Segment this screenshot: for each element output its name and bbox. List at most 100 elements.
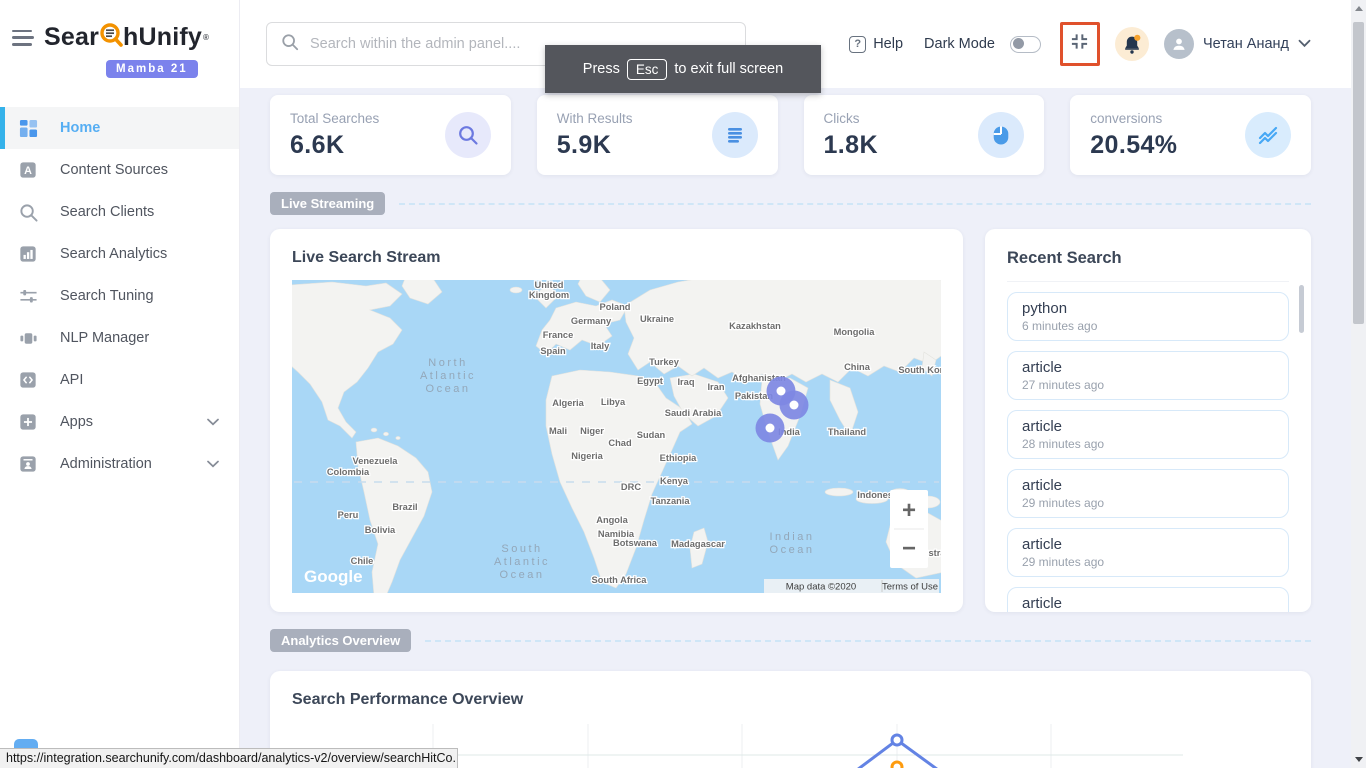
recent-search-item[interactable]: python6 minutes ago bbox=[1007, 292, 1289, 341]
sidebar-item-label: Content Sources bbox=[60, 162, 168, 178]
stat-card-with-results: With Results 5.9K bbox=[537, 95, 778, 175]
sidebar-item-search-clients[interactable]: Search Clients bbox=[0, 191, 239, 233]
country-label: Turkey bbox=[649, 357, 680, 367]
google-logo: Google bbox=[304, 567, 363, 586]
recent-search-item[interactable]: article29 minutes ago bbox=[1007, 587, 1289, 612]
api-icon bbox=[18, 370, 38, 390]
country-label: UnitedKingdom bbox=[529, 280, 569, 300]
administration-icon bbox=[18, 454, 38, 474]
country-label: Mongolia bbox=[834, 327, 876, 337]
recent-query: article bbox=[1022, 418, 1274, 435]
home-grid-icon bbox=[18, 118, 38, 138]
search-tuning-icon bbox=[18, 286, 38, 306]
country-label: Chad bbox=[608, 438, 632, 448]
section-live-streaming: Live Streaming bbox=[270, 192, 1311, 215]
stat-label: Total Searches bbox=[290, 111, 379, 126]
country-label: Peru bbox=[338, 510, 359, 520]
recent-search-item[interactable]: article29 minutes ago bbox=[1007, 528, 1289, 577]
sidebar-item-home[interactable]: Home bbox=[0, 107, 239, 149]
card-title: Live Search Stream bbox=[292, 249, 941, 267]
search-icon bbox=[445, 112, 491, 158]
toast-rest: to exit full screen bbox=[674, 61, 783, 77]
browser-status-url: https://integration.searchunify.com/dash… bbox=[0, 748, 458, 768]
exit-fullscreen-button[interactable] bbox=[1060, 22, 1100, 66]
recent-search-item[interactable]: article27 minutes ago bbox=[1007, 351, 1289, 400]
chevron-down-icon bbox=[207, 414, 219, 430]
sidebar-item-label: Search Analytics bbox=[60, 246, 167, 262]
terms-of-use-link[interactable]: Terms of Use bbox=[882, 582, 938, 593]
recent-search-item[interactable]: article29 minutes ago bbox=[1007, 469, 1289, 518]
stat-label: Clicks bbox=[824, 111, 878, 126]
stat-value: 5.9K bbox=[557, 131, 633, 160]
version-badge: Mamba 21 bbox=[106, 60, 198, 78]
sidebar-item-label: Search Clients bbox=[60, 204, 154, 220]
scrollbar-thumb[interactable] bbox=[1353, 22, 1364, 324]
recent-search-item[interactable]: article28 minutes ago bbox=[1007, 410, 1289, 459]
brand-logo: Sear hUnify ® bbox=[44, 20, 209, 55]
recent-search-card: Recent Search python6 minutes ago article… bbox=[985, 229, 1311, 612]
country-label: Venezuela bbox=[353, 456, 399, 466]
sidebar-item-search-analytics[interactable]: Search Analytics bbox=[0, 233, 239, 275]
data-point-marker bbox=[892, 762, 902, 768]
dashed-divider bbox=[399, 203, 1311, 205]
recent-query: article bbox=[1022, 536, 1274, 553]
sidebar-item-label: NLP Manager bbox=[60, 330, 149, 346]
mouse-icon bbox=[978, 112, 1024, 158]
sidebar-item-apps[interactable]: Apps bbox=[0, 401, 239, 443]
sidebar-item-api[interactable]: API bbox=[0, 359, 239, 401]
registered-mark: ® bbox=[203, 33, 209, 42]
recent-search-list: python6 minutes ago article27 minutes ago… bbox=[1007, 292, 1289, 612]
sidebar-item-search-tuning[interactable]: Search Tuning bbox=[0, 275, 239, 317]
avatar bbox=[1164, 29, 1194, 59]
data-point-marker bbox=[892, 735, 902, 745]
recent-query: python bbox=[1022, 300, 1274, 317]
main-area: ? Help Dark Mode bbox=[240, 0, 1351, 768]
world-map[interactable]: NorthAtlanticOceanSouthAtlanticOceanIndi… bbox=[292, 280, 941, 593]
user-menu[interactable]: Четан Ананд bbox=[1164, 29, 1311, 59]
map-zoom-control: + − bbox=[890, 490, 928, 568]
sidebar-item-administration[interactable]: Administration bbox=[0, 443, 239, 485]
dark-mode-toggle[interactable] bbox=[1010, 36, 1041, 53]
user-name: Четан Ананд bbox=[1203, 36, 1289, 52]
country-label: Thailand bbox=[828, 427, 867, 437]
country-label: Iran bbox=[707, 382, 724, 392]
help-button[interactable]: ? Help bbox=[849, 36, 903, 53]
help-icon: ? bbox=[849, 36, 866, 53]
notifications-button[interactable] bbox=[1115, 27, 1149, 61]
logo-area: Sear hUnify ® Mamba 21 bbox=[0, 0, 239, 95]
sidebar-item-label: Apps bbox=[60, 414, 93, 430]
zoom-out-button[interactable]: − bbox=[902, 535, 916, 562]
live-search-stream-card: Live Search Stream NorthAtlanticOceanSou… bbox=[270, 229, 963, 612]
scroll-down-arrow[interactable] bbox=[1351, 751, 1366, 768]
apps-icon bbox=[18, 412, 38, 432]
ocean-label: SouthAtlanticOcean bbox=[494, 543, 550, 581]
country-label: France bbox=[543, 330, 574, 340]
stat-value: 1.8K bbox=[824, 131, 878, 160]
compress-fullscreen-icon bbox=[1070, 32, 1089, 56]
dark-mode-label: Dark Mode bbox=[924, 36, 995, 52]
recent-list-scrollbar[interactable] bbox=[1299, 285, 1304, 333]
country-label: DRC bbox=[621, 482, 641, 492]
country-label: South Korea bbox=[898, 365, 941, 375]
page-scrollbar[interactable] bbox=[1351, 0, 1366, 768]
country-label: Tanzania bbox=[650, 496, 690, 506]
card-title: Recent Search bbox=[1007, 249, 1289, 282]
search-location-marker[interactable] bbox=[756, 414, 785, 443]
country-label: Iraq bbox=[677, 377, 694, 387]
sidebar-item-nlp-manager[interactable]: NLP Manager bbox=[0, 317, 239, 359]
chevron-down-icon bbox=[207, 456, 219, 472]
bell-icon bbox=[1122, 34, 1142, 55]
sidebar-item-label: Administration bbox=[60, 456, 152, 472]
sidebar-item-content-sources[interactable]: A Content Sources bbox=[0, 149, 239, 191]
brand-text-post: hUnify bbox=[123, 23, 202, 52]
hamburger-menu-icon[interactable] bbox=[12, 30, 34, 46]
zoom-in-button[interactable]: + bbox=[902, 497, 916, 524]
svg-text:A: A bbox=[24, 165, 32, 177]
esc-keycap: Esc bbox=[627, 59, 668, 80]
scroll-up-arrow[interactable] bbox=[1351, 0, 1366, 17]
stat-label: conversions bbox=[1090, 111, 1177, 126]
stat-label: With Results bbox=[557, 111, 633, 126]
brand-text-pre: Sear bbox=[44, 23, 99, 52]
stat-card-total-searches: Total Searches6.6K bbox=[270, 95, 511, 175]
search-location-marker[interactable] bbox=[780, 391, 809, 420]
